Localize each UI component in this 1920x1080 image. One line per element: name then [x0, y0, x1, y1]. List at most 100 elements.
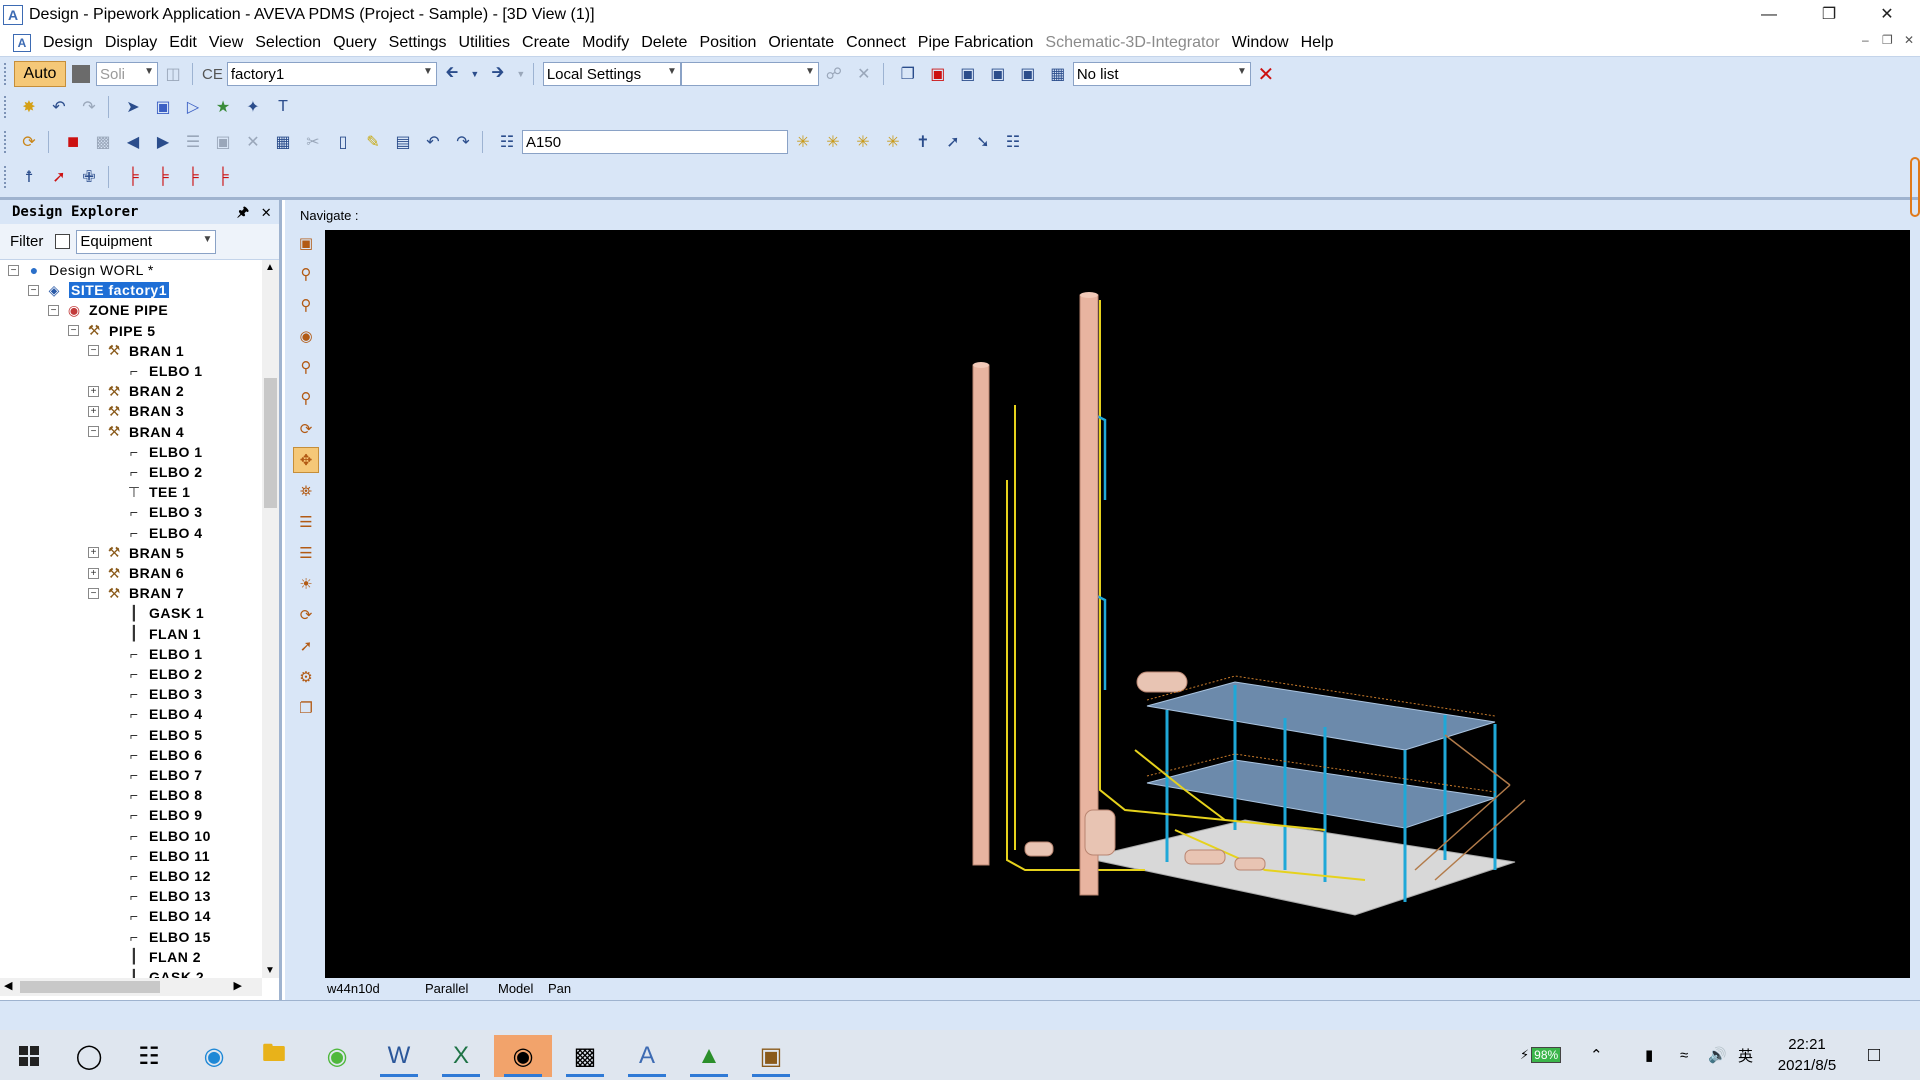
collapse-icon[interactable]: − — [88, 587, 99, 599]
tree-node[interactable]: ⌐ ELBO 2 — [108, 664, 203, 684]
toolbar-grip[interactable] — [4, 63, 8, 85]
copy-icon[interactable]: ❐ — [895, 61, 921, 87]
pdms-admin-icon[interactable]: ◉ — [494, 1035, 552, 1077]
tree-node[interactable]: ⌐ ELBO 15 — [108, 927, 211, 947]
text-tool-icon[interactable]: T — [270, 94, 296, 120]
window-icon-3[interactable]: ▣ — [1015, 61, 1041, 87]
ce-select[interactable]: factory1 ▼ — [226, 62, 437, 86]
collapse-icon[interactable]: − — [8, 264, 19, 276]
tree-node[interactable]: − ⚒ BRAN 1 — [88, 341, 184, 361]
tree-node[interactable]: ⊤ TEE 1 — [108, 482, 190, 502]
zoom-icon[interactable]: ⚲ — [293, 292, 319, 318]
route-icon-3[interactable]: ✙ — [76, 164, 102, 190]
notification-icon[interactable]: □ — [1868, 1030, 1880, 1080]
tree-node[interactable]: − ⚒ PIPE 5 — [68, 321, 156, 341]
settings-icon[interactable]: ⚙ — [293, 664, 319, 690]
graphics-icon[interactable]: ▩ — [90, 129, 116, 155]
menu-item-modify[interactable]: Modify — [576, 29, 635, 57]
select-box-icon[interactable]: ▣ — [150, 94, 176, 120]
menu-item-design[interactable]: Design — [37, 29, 99, 57]
right-scroll-indicator[interactable] — [1910, 157, 1920, 217]
tree-node[interactable]: + ⚒ BRAN 2 — [88, 381, 184, 401]
pid-icon[interactable]: ▣ — [742, 1035, 800, 1077]
collapse-icon[interactable]: − — [28, 284, 39, 296]
menu-item-orientate[interactable]: Orientate — [762, 29, 840, 57]
flange-icon-1[interactable]: ╞ — [120, 164, 146, 190]
battery-icon[interactable]: ▮ — [1645, 1030, 1653, 1080]
edge-browser-icon[interactable]: ◉ — [185, 1035, 243, 1077]
minimize-button[interactable]: — — [1740, 0, 1798, 29]
tree-node[interactable]: ⌐ ELBO 1 — [108, 442, 203, 462]
system-clock[interactable]: 22:21 2021/8/5 — [1762, 1034, 1852, 1076]
collapse-icon[interactable]: − — [88, 426, 99, 438]
tree-node[interactable]: ⌐ ELBO 3 — [108, 502, 203, 522]
menu-item-selection[interactable]: Selection — [249, 29, 327, 57]
terminal-icon[interactable]: ▩ — [556, 1035, 614, 1077]
tree-node[interactable]: ⌐ ELBO 5 — [108, 725, 203, 745]
expand-icon[interactable]: + — [88, 405, 99, 417]
menu-item-settings[interactable]: Settings — [383, 29, 453, 57]
mdi-app-icon[interactable]: A — [13, 33, 31, 52]
prev-triangle-icon[interactable]: ◀ — [120, 129, 146, 155]
word-icon[interactable]: W — [370, 1035, 428, 1077]
file-explorer-icon[interactable]: 🖿 — [245, 1035, 303, 1077]
pipe-tool-icon-8[interactable]: ☷ — [1000, 129, 1026, 155]
spec-icon[interactable]: ☷ — [494, 129, 520, 155]
cylinder-icon[interactable]: ◫ — [160, 61, 186, 87]
zoom-in-icon[interactable]: ⚲ — [293, 354, 319, 380]
list-select[interactable]: No list ▼ — [1072, 62, 1251, 86]
window-restore-icon[interactable]: ❐ — [293, 695, 319, 721]
filter-checkbox[interactable] — [55, 234, 71, 249]
window-icon-1[interactable]: ▣ — [955, 61, 981, 87]
secondary-select[interactable]: ▼ — [680, 62, 819, 86]
stop-icon[interactable]: ■ — [60, 129, 86, 155]
solid-color-icon[interactable] — [68, 61, 94, 87]
rotate-icon[interactable]: ⟳ — [293, 416, 319, 442]
sparkle-icon[interactable]: ✸ — [16, 94, 42, 120]
toolbar-grip[interactable] — [4, 96, 8, 118]
back-dropdown-icon[interactable]: ▼ — [469, 61, 481, 87]
redo-icon[interactable]: ↷ — [76, 94, 102, 120]
tree-node[interactable]: ⌐ ELBO 4 — [108, 704, 203, 724]
tree-node[interactable]: ⌐ ELBO 7 — [108, 765, 203, 785]
play-outline-icon[interactable]: ▷ — [180, 94, 206, 120]
close-button[interactable]: ✕ — [1858, 0, 1916, 29]
flange-icon-2[interactable]: ╞ — [150, 164, 176, 190]
local-settings-select[interactable]: Local Settings ▼ — [542, 62, 681, 86]
scroll-thumb[interactable] — [20, 981, 160, 993]
tree-node[interactable]: + ⚒ BRAN 6 — [88, 563, 184, 583]
tree-node[interactable]: ⌐ ELBO 12 — [108, 866, 211, 886]
route-icon-1[interactable]: ☨ — [16, 164, 42, 190]
pan-icon[interactable]: ✥ — [293, 447, 319, 473]
collapse-icon[interactable]: − — [88, 345, 99, 357]
window-icon-2[interactable]: ▣ — [985, 61, 1011, 87]
frame-icon[interactable]: ▯ — [330, 129, 356, 155]
chevron-up-icon[interactable]: ⌃ — [1590, 1030, 1603, 1080]
undo-icon[interactable]: ↶ — [46, 94, 72, 120]
menu-item-window[interactable]: Window — [1226, 29, 1295, 57]
tree-node[interactable]: ⌐ ELBO 1 — [108, 644, 203, 664]
undo-2-icon[interactable]: ↶ — [420, 129, 446, 155]
tree-horizontal-scrollbar[interactable]: ◀ ▶ — [0, 978, 262, 996]
tree-node[interactable]: ⌐ ELBO 10 — [108, 826, 211, 846]
table-icon[interactable]: ▦ — [270, 129, 296, 155]
tree-node[interactable]: ┃ FLAN 1 — [108, 624, 201, 644]
menu-item-display[interactable]: Display — [99, 29, 163, 57]
pointer-icon[interactable]: ➤ — [120, 94, 146, 120]
light-icon[interactable]: ☀ — [293, 571, 319, 597]
cross-icon[interactable]: ✕ — [240, 129, 266, 155]
scroll-left-icon[interactable]: ◀ — [4, 979, 12, 992]
axes-icon[interactable]: ➚ — [293, 633, 319, 659]
menu-item-view[interactable]: View — [203, 29, 249, 57]
pipe-tool-icon-4[interactable]: ✳ — [880, 129, 906, 155]
close-icon[interactable]: ✕ — [261, 202, 271, 221]
next-triangle-icon[interactable]: ▶ — [150, 129, 176, 155]
mdi-close-icon[interactable]: ✕ — [1904, 33, 1914, 47]
wifi-icon[interactable]: ≈ — [1680, 1030, 1688, 1080]
scroll-up-icon[interactable]: ▲ — [265, 262, 275, 273]
menu-item-help[interactable]: Help — [1295, 29, 1340, 57]
pin-icon[interactable]: 🖈 — [237, 203, 249, 225]
scroll-right-icon[interactable]: ▶ — [234, 979, 242, 992]
list-grid-icon[interactable]: ▦ — [1045, 61, 1071, 87]
collapse-icon[interactable]: − — [68, 325, 79, 337]
